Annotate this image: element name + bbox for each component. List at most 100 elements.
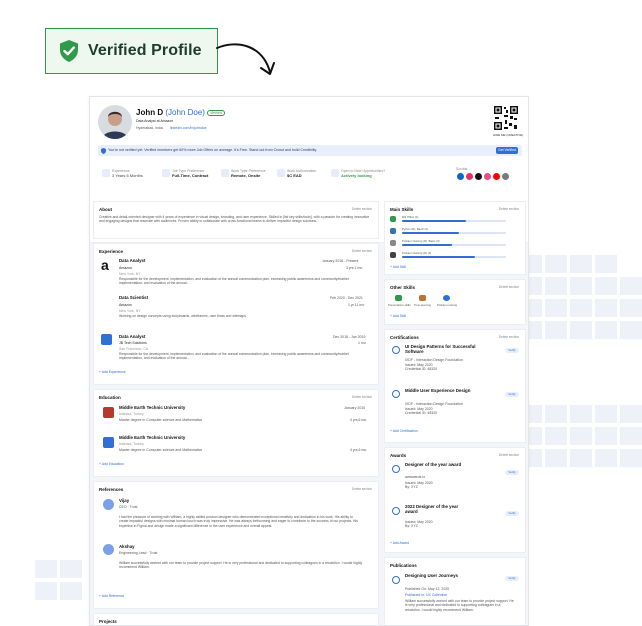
edu-duration: 4 yrs 6 mo xyxy=(350,448,367,452)
get-verified-button[interactable]: Get Verified xyxy=(496,147,518,154)
add-reference-link[interactable]: + Add Reference xyxy=(99,594,124,598)
skills-title: Main Skills xyxy=(390,207,414,212)
edu-dates: January 2010 xyxy=(344,406,366,410)
certificate-icon xyxy=(392,390,400,398)
other-skill: Time-learning xyxy=(414,303,431,307)
publication-link[interactable]: Published in: UX Collective xyxy=(405,593,447,597)
delete-section-link[interactable]: Delete section xyxy=(352,207,372,211)
exp-place: New York, NY xyxy=(119,272,141,276)
exp-company: Amazon xyxy=(119,266,132,270)
youtube-icon[interactable] xyxy=(493,173,500,180)
exp-place: New York, NY xyxy=(119,309,141,313)
profile-link[interactable]: linkedin.com/in/johndoe xyxy=(170,126,207,130)
publication-date: Published On: May 12, 2020 xyxy=(405,587,450,591)
add-skill-link[interactable]: + Add Skill xyxy=(390,265,406,269)
stat-work-auth: Work Authorization $C EAD xyxy=(277,169,316,178)
qr-code-icon[interactable] xyxy=(493,105,519,131)
exp-role: Data Analyst xyxy=(119,334,146,339)
add-award-link[interactable]: + Add Award xyxy=(390,541,409,545)
alert-text: You're not verified yet. Verified member… xyxy=(108,148,318,152)
exp-duration: 1 mo xyxy=(358,341,366,345)
stat-job-type: Job Type Preference Full-Time, Contract xyxy=(162,169,208,178)
skill-name: Python (R), Basic (3) xyxy=(402,227,428,231)
book-icon xyxy=(419,295,426,301)
references-title: References xyxy=(99,487,124,492)
delete-section-link[interactable]: Delete section xyxy=(499,285,519,289)
university-logo xyxy=(103,437,114,448)
verify-button[interactable]: Verify xyxy=(505,576,519,581)
award-by: By: XYZ xyxy=(405,485,418,489)
other-skill: Presentation skills xyxy=(388,303,411,307)
delete-section-link[interactable]: Delete section xyxy=(499,335,519,339)
skill-bar xyxy=(402,244,506,246)
award-org: awwwards.io xyxy=(405,475,426,479)
add-education-link[interactable]: + Add Education xyxy=(99,462,124,466)
dribbble-icon[interactable] xyxy=(484,173,491,180)
experience-section: Experience Delete section a Data Analyst… xyxy=(93,243,379,385)
stat-experience: Experience 3 Years 6 Months xyxy=(102,169,143,178)
verified-tag: Verified xyxy=(207,109,225,116)
ref-role: CEO · Trust xyxy=(119,505,138,509)
profile-handle: (John Doe) xyxy=(165,108,205,117)
references-section: References Delete section Vijay CEO · Tr… xyxy=(93,481,379,609)
delete-section-link[interactable]: Delete section xyxy=(352,249,372,253)
linkedin-icon[interactable] xyxy=(457,173,464,180)
profile-name: John D (John Doe) Verified xyxy=(136,108,225,117)
ref-text: I had the pleasure of working with Willi… xyxy=(119,515,358,528)
profile-title: Data Analyst at Amazon xyxy=(136,119,174,123)
skill-name: MS Office (4) xyxy=(402,215,419,219)
avatar xyxy=(98,105,132,139)
awards-section: Awards Delete section Designer of the ye… xyxy=(384,447,526,553)
about-text: Creative and detail-oriented designer wi… xyxy=(99,215,370,224)
verify-button[interactable]: Verify xyxy=(505,511,519,516)
skill-name: Problem Solving (R) (4) xyxy=(402,251,432,255)
certifications-title: Certifications xyxy=(390,335,419,340)
skill-bar-fill xyxy=(402,232,460,234)
profile-location: Hyderabad, India xyxy=(136,126,163,130)
web-icon[interactable] xyxy=(502,173,509,180)
github-icon[interactable] xyxy=(475,173,482,180)
publication-name: Designing User Journeys xyxy=(405,573,458,578)
skill-bar-fill xyxy=(402,256,475,258)
about-title: About xyxy=(99,207,112,212)
delete-section-link[interactable]: Delete section xyxy=(499,453,519,457)
qr-caption: HIRE ME (CREATIVE) xyxy=(493,133,524,137)
ref-name: Akshay xyxy=(119,544,135,549)
exp-company: Amazon xyxy=(119,303,132,307)
stat-open-to-work: Open to New Opportunities? Actively looki… xyxy=(331,169,385,178)
book-icon xyxy=(392,576,400,584)
exp-company: JB Tech Solutions xyxy=(119,341,147,345)
avatar xyxy=(103,544,114,555)
trophy-icon xyxy=(392,507,400,515)
add-experience-link[interactable]: + Add Experience xyxy=(99,370,126,374)
award-name: 2022 Designer of the year award xyxy=(405,504,459,514)
verify-button[interactable]: Verify xyxy=(505,392,519,397)
add-skill-link[interactable]: + Add Skill xyxy=(390,314,406,318)
edu-degree: Master degree in Computer science and Ma… xyxy=(119,448,203,452)
edu-place: Istanbul, Turkey xyxy=(119,412,144,416)
delete-section-link[interactable]: Delete section xyxy=(352,487,372,491)
socials: Socials xyxy=(456,167,468,171)
skill-bar xyxy=(402,256,506,258)
main-skills-section: Main Skills Delete section MS Office (4)… xyxy=(384,201,526,275)
instagram-icon[interactable] xyxy=(466,173,473,180)
delete-section-link[interactable]: Delete section xyxy=(499,207,519,211)
add-certification-link[interactable]: + Add Certification xyxy=(390,429,418,433)
briefcase-icon xyxy=(102,169,110,177)
exp-role: Data Analyst xyxy=(119,258,146,263)
verification-alert: You're not verified yet. Verified member… xyxy=(98,145,522,156)
search-icon xyxy=(331,169,339,177)
publications-title: Publications xyxy=(390,563,417,568)
projects-section: Projects xyxy=(93,613,379,625)
verified-profile-badge: Verified Profile xyxy=(45,28,218,74)
verify-button[interactable]: Verify xyxy=(505,470,519,475)
cert-org: IXDF - Interaction Design Foundation xyxy=(405,402,463,406)
other-skills-title: Other Skills xyxy=(390,285,416,290)
delete-section-link[interactable]: Delete section xyxy=(352,395,372,399)
trophy-icon xyxy=(392,465,400,473)
profile-card: John D (John Doe) Verified Data Analyst … xyxy=(89,96,529,626)
briefcase-logo xyxy=(101,334,112,345)
skill-bar-fill xyxy=(402,220,467,222)
building-icon xyxy=(221,169,229,177)
verify-button[interactable]: Verify xyxy=(505,348,519,353)
